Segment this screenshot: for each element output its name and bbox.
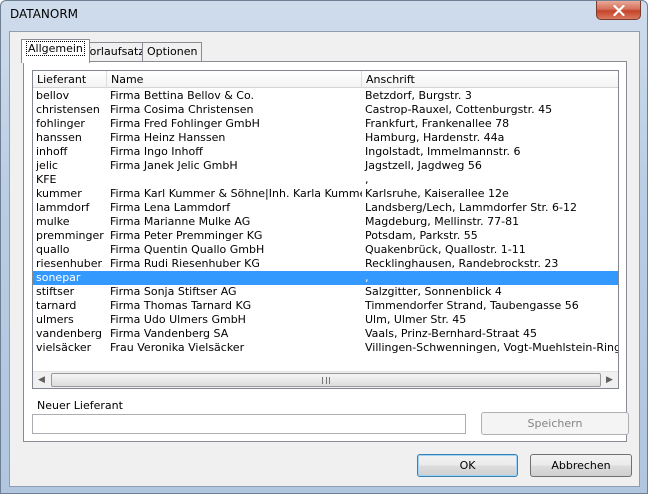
close-icon: [612, 4, 625, 16]
cell-name: Firma Peter Premminger KG: [110, 229, 263, 242]
cell-anschrift: Ulm, Ulmer Str. 45: [365, 313, 467, 326]
table-row[interactable]: lammdorf Firma Lena Lammdorf Landsberg/Lec…: [33, 201, 618, 215]
table-row[interactable]: quallo Firma Quentin Quallo GmbH Quakenbrü…: [33, 243, 618, 257]
horizontal-scrollbar[interactable]: ◀ ▶: [33, 371, 618, 388]
cell-name: Firma Heinz Hanssen: [110, 131, 226, 144]
table-row[interactable]: fohlinger Firma Fred Fohlinger GmbH Frankf…: [33, 117, 618, 131]
cell-anschrift: Ingolstadt, Immelmannstr. 6: [365, 145, 521, 158]
table-row[interactable]: sonepar,: [33, 271, 618, 285]
grip-icon: [322, 376, 330, 384]
table-row[interactable]: vielsäcker Frau Veronika Vielsäcker Villin…: [33, 341, 618, 355]
table-row[interactable]: hanssen Firma Heinz Hanssen Hamburg, Harde…: [33, 131, 618, 145]
cell-name: Firma Thomas Tarnard KG: [110, 299, 252, 312]
scroll-right-icon[interactable]: ▶: [601, 372, 618, 388]
cell-anschrift: Salzgitter, Sonnenblick 4: [365, 285, 502, 298]
scrollbar-thumb[interactable]: [51, 373, 601, 387]
table-row[interactable]: premminger Firma Peter Premminger KG Potsd…: [33, 229, 618, 243]
cell-lieferant: jelic: [36, 159, 58, 172]
column-header-name[interactable]: Name: [107, 71, 362, 88]
supplier-list[interactable]: Lieferant Name Anschrift bellov Firma Bet…: [32, 70, 619, 389]
cell-name: Firma Udo Ulmers GmbH: [110, 313, 246, 326]
cell-name: Firma Fred Fohlinger GmbH: [110, 117, 260, 130]
cell-lieferant: riesenhuber: [36, 257, 103, 270]
table-row[interactable]: christensen Firma Cosima Christensen Castr…: [33, 103, 618, 117]
new-supplier-input[interactable]: [32, 414, 466, 434]
list-header: Lieferant Name Anschrift: [33, 71, 618, 88]
cell-name: Firma Marianne Mulke AG: [110, 215, 251, 228]
tab-allgemein[interactable]: Allgemein: [21, 39, 90, 63]
tab-panel-allgemein: Lieferant Name Anschrift bellov Firma Bet…: [23, 61, 629, 442]
ok-button[interactable]: OK: [417, 454, 518, 477]
close-button[interactable]: [596, 1, 641, 20]
cell-lieferant: lammdorf: [36, 201, 90, 214]
cell-lieferant: premminger: [36, 229, 104, 242]
table-row[interactable]: ulmers Firma Udo Ulmers GmbH Ulm, Ulmer St…: [33, 313, 618, 327]
cell-name: Firma Ingo Inhoff: [110, 145, 203, 158]
cell-lieferant: inhoff: [36, 145, 68, 158]
cell-lieferant: stiftser: [36, 285, 75, 298]
table-row[interactable]: stiftser Firma Sonja Stiftser AG Salzgitte…: [33, 285, 618, 299]
cell-name: Firma Quentin Quallo GmbH: [110, 243, 265, 256]
cell-name: Frau Veronika Vielsäcker: [110, 341, 245, 354]
cell-lieferant: tarnard: [36, 299, 77, 312]
cell-lieferant: bellov: [36, 89, 70, 102]
cell-anschrift: Quakenbrück, Quallostr. 1-11: [365, 243, 526, 256]
tab-optionen[interactable]: Optionen: [142, 42, 203, 62]
cell-name: Firma Vandenberg SA: [110, 327, 229, 340]
cell-anschrift: Betzdorf, Burgstr. 3: [365, 89, 472, 102]
cell-anschrift: Frankfurt, Frankenallee 78: [365, 117, 510, 130]
cell-name: Firma Karl Kummer & Söhne|Inh. Karla Kum…: [110, 187, 362, 200]
cell-name: [107, 173, 362, 187]
table-row[interactable]: tarnard Firma Thomas Tarnard KG Timmendorf…: [33, 299, 618, 313]
cell-anschrift: Recklinghausen, Randebrockstr. 23: [365, 257, 559, 270]
cell-name: Firma Lena Lammdorf: [110, 201, 231, 214]
dialog-client-area: Allgemein Vorlaufsatz Optionen Lieferant…: [9, 31, 640, 487]
table-row[interactable]: mulke Firma Marianne Mulke AG Magdeburg, M…: [33, 215, 618, 229]
cell-lieferant: fohlinger: [36, 117, 85, 130]
cell-lieferant: kummer: [36, 187, 82, 200]
cell-name: [107, 271, 362, 285]
cell-name: Firma Bettina Bellov & Co.: [110, 89, 255, 102]
cell-anschrift: Vaals, Prinz-Bernhard-Straat 45: [365, 327, 537, 340]
cell-anschrift: Villingen-Schwenningen, Vogt-Muehlstein-…: [365, 341, 619, 354]
column-header-anschrift[interactable]: Anschrift: [362, 71, 618, 88]
cell-anschrift: Castrop-Rauxel, Cottenburgstr. 45: [365, 103, 553, 116]
cell-anschrift: Hamburg, Hardenstr. 44a: [365, 131, 505, 144]
table-row[interactable]: vandenberg Firma Vandenberg SA Vaals, Prin…: [33, 327, 618, 341]
column-header-lieferant[interactable]: Lieferant: [33, 71, 107, 88]
cell-name: Firma Rudi Riesenhuber KG: [110, 257, 260, 270]
cell-anschrift: Jagstzell, Jagdweg 56: [365, 159, 482, 172]
cell-anschrift: Potsdam, Parkstr. 55: [365, 229, 478, 242]
cell-name: Firma Sonja Stiftser AG: [110, 285, 237, 298]
cell-name: Firma Cosima Christensen: [110, 103, 254, 116]
cell-anschrift: Karlsruhe, Kaiserallee 12e: [365, 187, 509, 200]
cell-name: Firma Janek Jelic GmbH: [110, 159, 238, 172]
cell-lieferant: quallo: [36, 243, 70, 256]
cell-lieferant: sonepar: [36, 271, 81, 284]
table-row[interactable]: KFE,: [33, 173, 618, 187]
scroll-left-icon[interactable]: ◀: [33, 372, 50, 388]
cell-anschrift: Magdeburg, Mellinstr. 77-81: [365, 215, 520, 228]
window-title: DATANORM: [10, 7, 79, 21]
cell-lieferant: christensen: [36, 103, 100, 116]
cell-lieferant: mulke: [36, 215, 70, 228]
cancel-button[interactable]: Abbrechen: [530, 454, 632, 477]
table-row[interactable]: bellov Firma Bettina Bellov & Co. Betzdorf…: [33, 89, 618, 103]
cell-anschrift: Landsberg/Lech, Lammdorfer Str. 6-12: [365, 201, 577, 214]
dialog-window: DATANORM Allgemein Vorlaufsatz Optionen …: [0, 0, 648, 494]
table-row[interactable]: riesenhuber Firma Rudi Riesenhuber KG Reck…: [33, 257, 618, 271]
cell-lieferant: ulmers: [36, 313, 74, 326]
new-supplier-label: Neuer Lieferant: [37, 399, 123, 412]
cell-anschrift: ,: [365, 271, 369, 284]
table-row[interactable]: inhoff Firma Ingo Inhoff Ingolstadt, Immel…: [33, 145, 618, 159]
save-button[interactable]: Speichern: [481, 412, 629, 435]
table-row[interactable]: kummer Firma Karl Kummer & Söhne|Inh. Kar…: [33, 187, 618, 201]
cell-lieferant: KFE: [36, 173, 57, 186]
cell-anschrift: ,: [365, 173, 369, 186]
cell-lieferant: vielsäcker: [36, 341, 92, 354]
cell-lieferant: hanssen: [36, 131, 82, 144]
table-row[interactable]: jelic Firma Janek Jelic GmbH Jagstzell, Ja…: [33, 159, 618, 173]
cell-lieferant: vandenberg: [36, 327, 103, 340]
cell-anschrift: Timmendorfer Strand, Taubengasse 56: [365, 299, 579, 312]
